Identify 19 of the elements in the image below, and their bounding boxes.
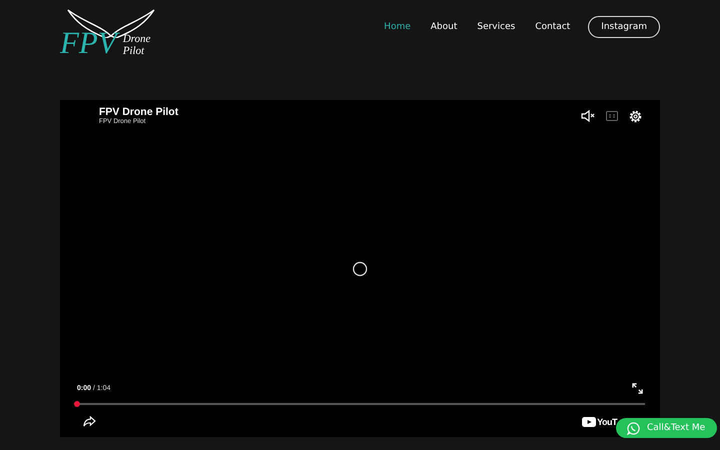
mute-icon[interactable] <box>581 110 595 122</box>
nav-link[interactable]: Contact <box>535 22 570 32</box>
logo-text: Drone <box>122 33 151 46</box>
settings-icon[interactable] <box>629 110 642 122</box>
logo-text: YouT <box>597 416 617 426</box>
nav-link[interactable]: Home <box>384 22 411 32</box>
share-icon[interactable] <box>83 416 96 427</box>
logo-text: Pilot <box>122 45 146 58</box>
progress-thumb[interactable] <box>74 401 80 407</box>
fullscreen-icon[interactable] <box>632 383 643 394</box>
loading-spinner-icon <box>352 261 368 277</box>
chat-phone-icon <box>627 422 640 434</box>
instagram-button[interactable]: Instagram <box>588 16 660 38</box>
captions-icon[interactable] <box>606 111 618 121</box>
play-logo-icon <box>582 416 596 426</box>
nav-link[interactable]: About <box>430 22 458 32</box>
video-title[interactable]: FPV Drone Pilot <box>99 106 178 118</box>
nav-link[interactable]: Services <box>477 22 516 32</box>
logo-mark: FPV <box>60 24 122 62</box>
